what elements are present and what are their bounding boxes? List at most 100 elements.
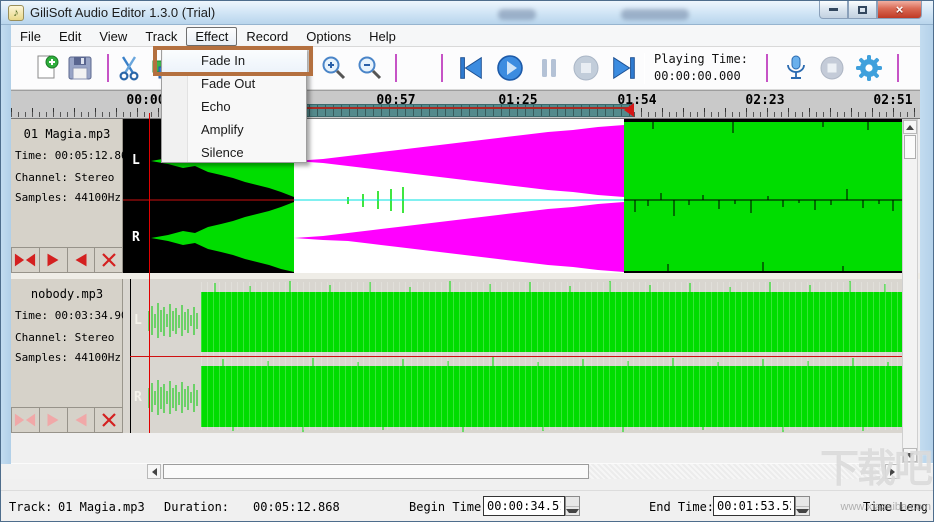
zoom-in-button[interactable] xyxy=(319,53,349,83)
status-track-value: 01 Magia.mp3 xyxy=(58,500,145,514)
scroll-up-button[interactable] xyxy=(903,120,917,134)
pause-icon xyxy=(542,59,556,77)
spinner-down-button[interactable] xyxy=(796,507,809,516)
menu-record[interactable]: Record xyxy=(237,27,297,46)
spinner-up-button[interactable] xyxy=(796,497,809,507)
close-icon: × xyxy=(895,2,904,17)
menu-item-amplify[interactable]: Amplify xyxy=(189,118,307,141)
vertical-scrollbar[interactable] xyxy=(902,119,918,463)
save-button[interactable] xyxy=(65,53,95,83)
track1-buttons xyxy=(11,247,123,273)
menu-track[interactable]: Track xyxy=(136,27,186,46)
track1-info-panel: 01 Magia.mp3 Time: 00:05:12.868 Channel:… xyxy=(11,119,134,273)
toolbar-separator xyxy=(441,54,443,82)
scroll-down-button[interactable] xyxy=(903,448,917,462)
toolbar-separator xyxy=(897,54,899,82)
arrow-right-icon xyxy=(889,467,895,476)
end-time-label: End Time: xyxy=(649,500,715,514)
menu-item-echo[interactable]: Echo xyxy=(189,95,307,118)
maximize-button[interactable] xyxy=(848,1,877,19)
menu-bar: File Edit View Track Effect Record Optio… xyxy=(11,25,920,47)
record-button[interactable] xyxy=(781,53,811,83)
stop-button[interactable] xyxy=(571,53,601,83)
scroll-right-button[interactable] xyxy=(885,464,899,479)
cut-button[interactable] xyxy=(114,53,144,83)
play-button[interactable] xyxy=(495,53,525,83)
track1-merge-button[interactable] xyxy=(11,247,39,273)
spinner-up-button[interactable] xyxy=(566,497,579,507)
window-frame-left xyxy=(1,25,11,464)
menu-edit[interactable]: Edit xyxy=(50,27,90,46)
horizontal-scroll-thumb[interactable] xyxy=(163,464,589,479)
menu-view[interactable]: View xyxy=(90,27,136,46)
settings-button[interactable] xyxy=(854,53,884,83)
track1-time: Time: 00:05:12.868 xyxy=(15,149,134,162)
save-icon xyxy=(68,56,92,80)
playing-time-value: 00:00:00.000 xyxy=(654,69,741,83)
scroll-left-button[interactable] xyxy=(147,464,161,479)
ruler-label: 02:51 xyxy=(873,93,913,108)
skip-to-end-button[interactable] xyxy=(609,53,639,83)
new-file-button[interactable] xyxy=(31,53,61,83)
vertical-scroll-thumb[interactable] xyxy=(904,135,916,159)
track1-move-right-button[interactable] xyxy=(38,247,67,273)
track1-name: 01 Magia.mp3 xyxy=(23,127,111,141)
menu-help[interactable]: Help xyxy=(360,27,405,46)
minimize-button[interactable] xyxy=(819,1,848,19)
zoom-out-button[interactable] xyxy=(355,53,385,83)
minimize-icon xyxy=(829,8,838,11)
track2-left-channel-label: L xyxy=(134,313,142,328)
track2-info-panel: nobody.mp3 Time: 00:03:34.909 Channel: S… xyxy=(11,279,134,433)
maximize-icon xyxy=(858,5,867,14)
ruler-label: 02:23 xyxy=(745,93,785,108)
samples-value: 44100Hz xyxy=(74,191,121,204)
status-duration-label: Duration: xyxy=(164,500,230,514)
menu-options[interactable]: Options xyxy=(297,27,360,46)
playing-time-label: Playing Time: xyxy=(654,52,748,66)
channel-value: Stereo xyxy=(74,331,115,344)
track2-merge-button[interactable] xyxy=(11,407,39,433)
channel-label: Channel: xyxy=(15,331,68,344)
menu-effect[interactable]: Effect xyxy=(186,26,238,46)
track1-right-channel-label: R xyxy=(132,230,140,245)
time-label: Time: xyxy=(15,309,49,322)
menu-file[interactable]: File xyxy=(11,27,50,46)
skip-to-end-icon xyxy=(613,56,635,80)
begin-time-label: Begin Time: xyxy=(409,500,489,514)
time-length-label: Time Leng xyxy=(863,500,929,514)
track1-delete-button[interactable] xyxy=(94,247,123,273)
toolbar-separator xyxy=(107,54,109,82)
track2-center-line xyxy=(130,356,902,357)
menu-item-silence[interactable]: Silence xyxy=(189,141,307,164)
end-time-input[interactable] xyxy=(713,496,795,516)
gear-icon xyxy=(856,55,882,81)
channel-label: Channel: xyxy=(15,171,68,184)
microphone-icon xyxy=(787,55,805,79)
track1-move-left-button[interactable] xyxy=(66,247,95,273)
playhead-cursor[interactable] xyxy=(149,113,150,433)
timeline-ruler[interactable]: 00:00 00:57 01:25 01:54 02:23 02:51 xyxy=(11,90,920,119)
selection-band[interactable] xyxy=(292,104,634,117)
pause-button[interactable] xyxy=(534,53,564,83)
track2-samples: Samples: 44100Hz xyxy=(15,351,121,364)
begin-time-input[interactable] xyxy=(483,496,565,516)
samples-label: Samples: xyxy=(15,191,68,204)
samples-label: Samples: xyxy=(15,351,68,364)
window-controls: × xyxy=(819,1,922,19)
track2-move-left-button[interactable] xyxy=(66,407,95,433)
horizontal-scrollbar[interactable] xyxy=(1,464,933,479)
triangle-left-icon xyxy=(75,253,87,267)
skip-to-start-button[interactable] xyxy=(456,53,486,83)
selection-end-marker[interactable] xyxy=(624,103,634,117)
close-button[interactable]: × xyxy=(877,1,922,19)
track2-right-channel-label: R xyxy=(134,390,142,405)
horizontal-scroll-track[interactable] xyxy=(589,464,885,479)
track2-delete-button[interactable] xyxy=(94,407,123,433)
ruler-label: 00:00 xyxy=(126,93,166,108)
app-icon: ♪ xyxy=(8,5,24,21)
spinner-down-button[interactable] xyxy=(566,507,579,516)
track2-channel: Channel: Stereo xyxy=(15,331,114,344)
track2-buttons xyxy=(11,407,123,433)
track2-move-right-button[interactable] xyxy=(38,407,67,433)
stop-recording-button[interactable] xyxy=(817,53,847,83)
